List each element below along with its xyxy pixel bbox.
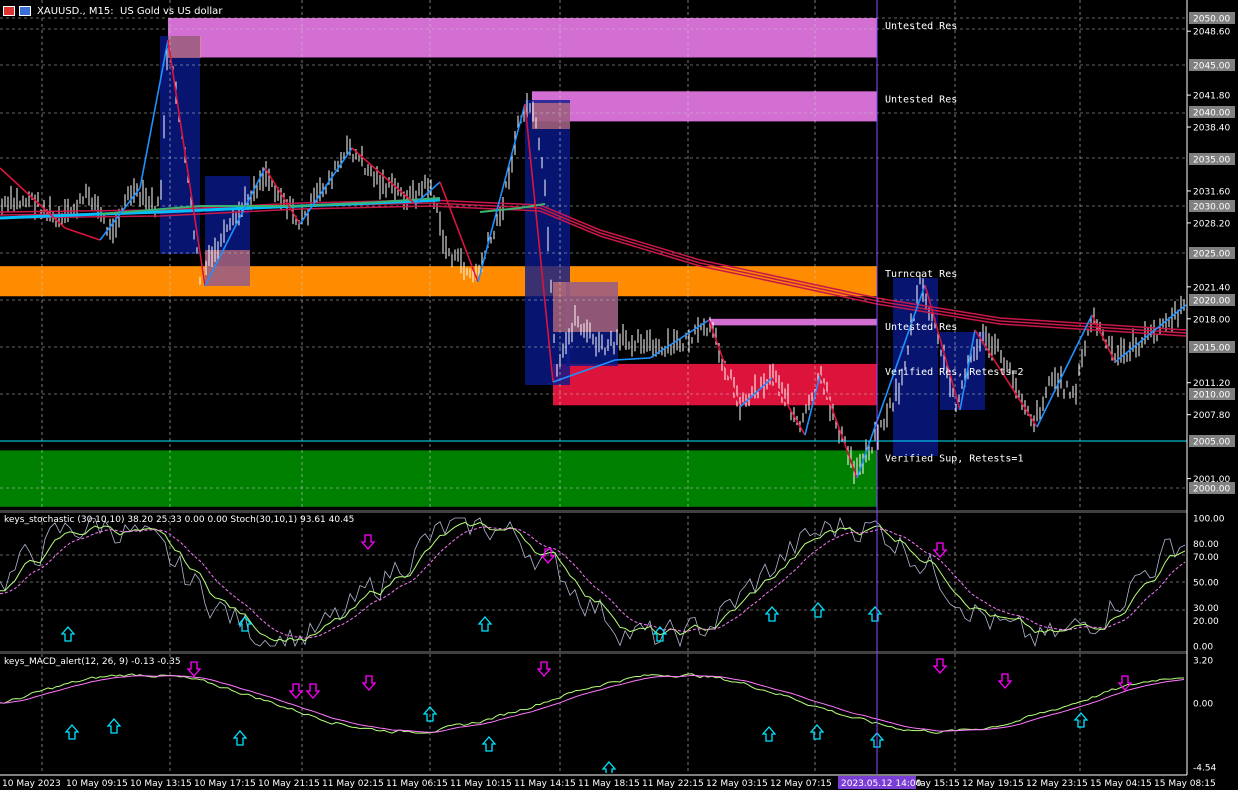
macd-tick-label: 0.00 — [1193, 700, 1213, 710]
panel-separator — [0, 510, 1187, 513]
stoch-tick-label: 80.00 — [1193, 540, 1219, 550]
price-level-label: 2025.00 — [1193, 250, 1230, 260]
chart-canvas[interactable]: Untested Res Untested Res Turncoat Res Unte… — [0, 0, 1238, 790]
time-label: 10 May 13:15 — [130, 779, 192, 789]
macd-panel-title: keys_MACD_alert(12, 26, 9) -0.13 -0.35 — [4, 657, 181, 667]
price-tick-label: 2028.20 — [1193, 219, 1230, 229]
macd-tick-label: -4.54 — [1193, 764, 1217, 774]
symbol-title: XAUUSD., M15: US Gold vs US dollar — [37, 5, 223, 17]
macd-tick-label: 3.20 — [1193, 657, 1213, 667]
sr-zone — [709, 318, 877, 326]
price-level-label: 2045.00 — [1193, 62, 1230, 72]
price-tick-label: 2038.40 — [1193, 124, 1230, 134]
time-label: 11 May 10:15 — [450, 779, 512, 789]
order-block-overlap — [553, 282, 618, 332]
zone-label: Verified Sup, Retests=1 — [885, 453, 1023, 464]
stoch-tick-label: 100.00 — [1193, 515, 1225, 525]
zone-label: Untested Res — [885, 21, 957, 32]
time-label: 10 May 17:15 — [194, 779, 256, 789]
sr-zone — [168, 18, 877, 58]
price-level-label: 2015.00 — [1193, 344, 1230, 354]
price-level-label: 2035.00 — [1193, 156, 1230, 166]
zone-label: Turncoat Res — [885, 269, 957, 280]
time-label: 11 May 14:15 — [514, 779, 576, 789]
time-label: 12 May 03:15 — [706, 779, 768, 789]
stoch-tick-label: 30.00 — [1193, 604, 1219, 614]
zone-label: Verified Res, Retests=2 — [885, 367, 1023, 378]
time-label: 10 May 2023 — [2, 779, 61, 789]
price-level-label: 2040.00 — [1193, 109, 1230, 119]
price-level-label: 2050.00 — [1193, 15, 1230, 25]
order-block-overlap — [532, 103, 570, 129]
time-label: 11 May 02:15 — [322, 779, 384, 789]
time-label: 15 May 08:15 — [1154, 779, 1216, 789]
price-tick-label: 2011.20 — [1193, 379, 1230, 389]
time-label: 11 May 22:15 — [642, 779, 704, 789]
window-icon[interactable] — [19, 6, 31, 16]
time-label: 15 May 04:15 — [1090, 779, 1152, 789]
stoch-tick-label: 50.00 — [1193, 579, 1219, 589]
price-tick-label: 2031.60 — [1193, 187, 1230, 197]
sr-zone — [532, 91, 877, 122]
stoch-tick-label: 70.00 — [1193, 553, 1219, 563]
chart-icon[interactable] — [3, 6, 15, 16]
time-label: 12 May 07:15 — [770, 779, 832, 789]
price-tick-label: 2041.80 — [1193, 92, 1230, 102]
price-tick-label: 2018.00 — [1193, 315, 1230, 325]
stoch-tick-label: 0.00 — [1193, 643, 1213, 653]
stoch-panel-title: keys_stochastic (30,10,10) 38.20 25.33 0… — [4, 515, 355, 525]
sr-zone — [0, 266, 877, 297]
order-block — [160, 36, 200, 254]
zone-label: Untested Res — [885, 322, 957, 333]
time-label: 10 May 09:15 — [66, 779, 128, 789]
panel-separator — [0, 651, 1187, 654]
stoch-tick-label: 20.00 — [1193, 617, 1219, 627]
title-bar: XAUUSD., M15: US Gold vs US dollar — [3, 3, 222, 19]
price-tick-label: 2048.60 — [1193, 28, 1230, 38]
crosshair-time-label: 2023.05.12 14:00 — [841, 779, 922, 789]
sr-zone — [0, 450, 877, 507]
order-block-overlap — [168, 36, 201, 58]
price-level-label: 2005.00 — [1193, 438, 1230, 448]
time-label: 12 May 19:15 — [962, 779, 1024, 789]
zone-label: Untested Res — [885, 94, 957, 105]
time-label: 10 May 21:15 — [258, 779, 320, 789]
time-label: 11 May 06:15 — [386, 779, 448, 789]
price-tick-label: 2021.40 — [1193, 283, 1230, 293]
price-level-label: 2030.00 — [1193, 203, 1230, 213]
time-label: 11 May 18:15 — [578, 779, 640, 789]
time-label: 12 May 23:15 — [1026, 779, 1088, 789]
price-level-label: 2020.00 — [1193, 297, 1230, 307]
price-tick-label: 2007.80 — [1193, 411, 1230, 421]
price-level-label: 2010.00 — [1193, 391, 1230, 401]
price-level-label: 2000.00 — [1193, 485, 1230, 495]
